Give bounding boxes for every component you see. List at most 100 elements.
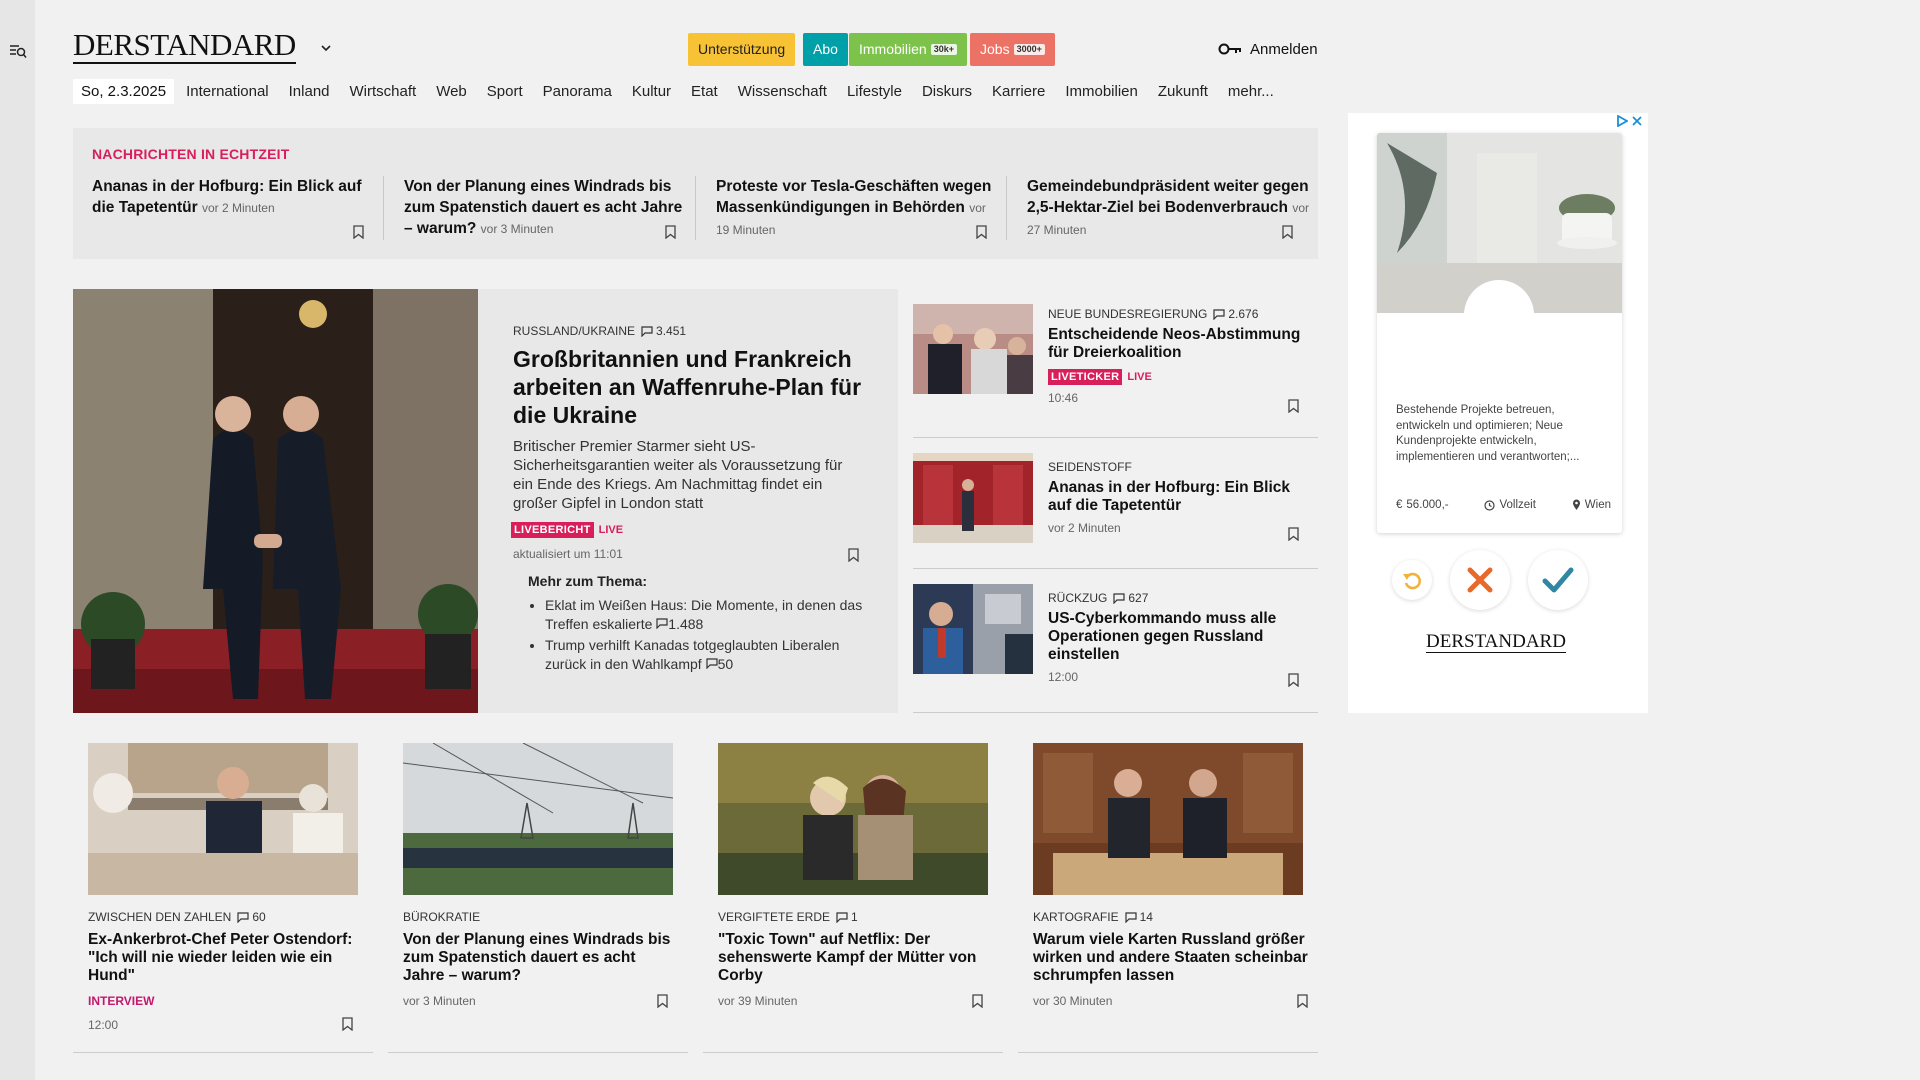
liveticker-badge: LIVETICKER	[1048, 369, 1123, 385]
nav-item-international[interactable]: International	[186, 83, 269, 100]
story-title[interactable]: Warum viele Karten Russland größer wirke…	[1033, 931, 1308, 985]
story-card[interactable]: VERGIFTETE ERDE 1 "Toxic Town" auf Netfli…	[703, 743, 1003, 1053]
nav-item-wirtschaft[interactable]: Wirtschaft	[350, 83, 417, 100]
reject-button[interactable]	[1450, 550, 1510, 610]
related-link[interactable]: Eklat im Weißen Haus: Die Momente, in de…	[545, 596, 880, 634]
close-icon[interactable]	[1631, 115, 1643, 127]
site-logo[interactable]: DERSTANDARD	[73, 28, 296, 64]
related-link[interactable]: Trump verhilft Kanadas totgeglaubten Lib…	[545, 636, 880, 674]
comment-count-value: 2.676	[1228, 307, 1259, 321]
comment-count[interactable]: 2.676	[1213, 307, 1258, 321]
story-kicker[interactable]: BÜROKRATIE	[403, 910, 480, 924]
chevron-down-icon[interactable]	[320, 42, 332, 54]
side-story[interactable]: NEUE BUNDESREGIERUNG 2.676 Entscheidende …	[913, 304, 1318, 438]
story-kicker[interactable]: NEUE BUNDESREGIERUNG 2.676	[1048, 307, 1308, 321]
comment-count[interactable]: 1	[836, 910, 858, 924]
story-image[interactable]	[88, 743, 358, 895]
nav-item-etat[interactable]: Etat	[691, 83, 718, 100]
bookmark-icon[interactable]	[1288, 673, 1299, 687]
divider	[695, 176, 696, 240]
story-image[interactable]	[403, 743, 673, 895]
story-card[interactable]: KARTOGRAFIE 14 Warum viele Karten Russlan…	[1018, 743, 1318, 1053]
nav-item-lifestyle[interactable]: Lifestyle	[847, 83, 902, 100]
adchoices-icon[interactable]	[1616, 115, 1628, 127]
story-kicker[interactable]: ZWISCHEN DEN ZAHLEN 60	[88, 910, 266, 924]
story-kicker[interactable]: VERGIFTETE ERDE 1	[718, 910, 858, 924]
divider	[1006, 176, 1007, 240]
nav-item-kultur[interactable]: Kultur	[632, 83, 671, 100]
side-story[interactable]: RÜCKZUG 627 US-Cyberkommando muss alle Op…	[913, 584, 1318, 713]
comment-count[interactable]: 60	[237, 910, 266, 924]
bookmark-icon[interactable]	[972, 994, 983, 1008]
bookmark-icon[interactable]	[848, 548, 859, 562]
nav-item-karriere[interactable]: Karriere	[992, 83, 1045, 100]
nav-item-panorama[interactable]: Panorama	[543, 83, 612, 100]
lead-title[interactable]: Großbritannien und Frankreich arbeiten a…	[513, 345, 873, 429]
story-title[interactable]: Von der Planung eines Windrads bis zum S…	[403, 931, 678, 985]
login-button[interactable]: Anmelden	[1218, 38, 1318, 60]
realtime-item[interactable]: Proteste vor Tesla-Geschäften wegen Mass…	[716, 176, 1001, 246]
comment-count[interactable]: 627	[1113, 591, 1148, 605]
bookmark-icon[interactable]	[353, 225, 364, 239]
story-title[interactable]: Ananas in der Hofburg: Ein Blick auf die…	[1048, 479, 1308, 515]
bookmark-icon[interactable]	[976, 225, 987, 239]
bookmark-icon[interactable]	[657, 994, 668, 1008]
nav-item-wissenschaft[interactable]: Wissenschaft	[738, 83, 827, 100]
story-title[interactable]: Entscheidende Neos-Abstimmung für Dreier…	[1048, 326, 1308, 362]
side-story-text: SEIDENSTOFF Ananas in der Hofburg: Ein B…	[1048, 460, 1308, 535]
story-kicker[interactable]: SEIDENSTOFF	[1048, 460, 1308, 474]
story-kicker[interactable]: RÜCKZUG 627	[1048, 591, 1308, 605]
story-title[interactable]: Ex-Ankerbrot-Chef Peter Ostendorf: "Ich …	[88, 931, 363, 985]
story-image[interactable]	[1033, 743, 1303, 895]
story-kicker[interactable]: KARTOGRAFIE 14	[1033, 910, 1153, 924]
story-card[interactable]: BÜROKRATIE Von der Planung eines Windrad…	[388, 743, 688, 1053]
realtime-item[interactable]: Ananas in der Hofburg: Ein Blick auf die…	[92, 176, 377, 246]
side-story-text: RÜCKZUG 627 US-Cyberkommando muss alle Op…	[1048, 591, 1308, 684]
accept-button[interactable]	[1528, 550, 1588, 610]
nav-item-diskurs[interactable]: Diskurs	[922, 83, 972, 100]
bookmark-icon[interactable]	[1282, 225, 1293, 239]
bookmark-icon[interactable]	[1288, 399, 1299, 413]
nav-item-more[interactable]: mehr...	[1228, 83, 1274, 100]
advertisement[interactable]: Bestehende Projekte betreuen, entwickeln…	[1348, 113, 1648, 713]
story-image[interactable]	[913, 304, 1033, 394]
lead-story[interactable]: RUSSLAND/UKRAINE 3.451 Großbritannien un…	[73, 289, 898, 713]
story-image[interactable]	[718, 743, 988, 895]
related-heading: Mehr zum Thema:	[528, 573, 648, 589]
abo-button[interactable]: Abo	[803, 33, 848, 66]
story-kicker-label: RÜCKZUG	[1048, 591, 1108, 605]
comment-icon	[1213, 308, 1225, 320]
immobilien-button[interactable]: Immobilien 30k+	[849, 33, 967, 66]
story-image[interactable]	[913, 584, 1033, 674]
story-image[interactable]	[913, 453, 1033, 543]
live-badges: LIVEBERICHT LIVE	[511, 520, 623, 538]
nav-item-sport[interactable]: Sport	[487, 83, 523, 100]
nav-item-web[interactable]: Web	[436, 83, 467, 100]
nav-item-immobilien[interactable]: Immobilien	[1065, 83, 1138, 100]
bookmark-icon[interactable]	[1288, 527, 1299, 541]
bookmark-icon[interactable]	[342, 1017, 353, 1031]
job-ad-card[interactable]: Bestehende Projekte betreuen, entwickeln…	[1377, 133, 1622, 533]
story-title[interactable]: "Toxic Town" auf Netflix: Der sehenswert…	[718, 931, 993, 985]
jobs-button[interactable]: Jobs 3000+	[970, 33, 1055, 66]
comment-icon	[705, 658, 718, 670]
story-kicker-label: ZWISCHEN DEN ZAHLEN	[88, 910, 232, 924]
lead-story-image[interactable]	[73, 289, 478, 713]
comment-icon	[656, 618, 668, 630]
nav-item-inland[interactable]: Inland	[289, 83, 330, 100]
story-title[interactable]: US-Cyberkommando muss alle Operationen g…	[1048, 610, 1308, 664]
side-story[interactable]: SEIDENSTOFF Ananas in der Hofburg: Ein B…	[913, 453, 1318, 569]
lead-kicker[interactable]: RUSSLAND/UKRAINE 3.451	[513, 324, 686, 338]
bookmark-icon[interactable]	[665, 225, 676, 239]
search-menu-icon[interactable]	[9, 43, 27, 59]
undo-button[interactable]	[1392, 560, 1432, 600]
story-card[interactable]: ZWISCHEN DEN ZAHLEN 60 Ex-Ankerbrot-Chef …	[73, 743, 373, 1053]
support-button[interactable]: Unterstützung	[688, 33, 796, 66]
related-link-text: Trump verhilft Kanadas totgeglaubten Lib…	[545, 637, 840, 672]
realtime-item[interactable]: Von der Planung eines Windrads bis zum S…	[404, 176, 689, 246]
comment-count[interactable]: 3.451	[641, 324, 686, 338]
nav-item-zukunft[interactable]: Zukunft	[1158, 83, 1208, 100]
comment-count[interactable]: 14	[1124, 910, 1153, 924]
realtime-item[interactable]: Gemeindebundpräsident weiter gegen 2,5-H…	[1027, 176, 1312, 246]
bookmark-icon[interactable]	[1297, 994, 1308, 1008]
